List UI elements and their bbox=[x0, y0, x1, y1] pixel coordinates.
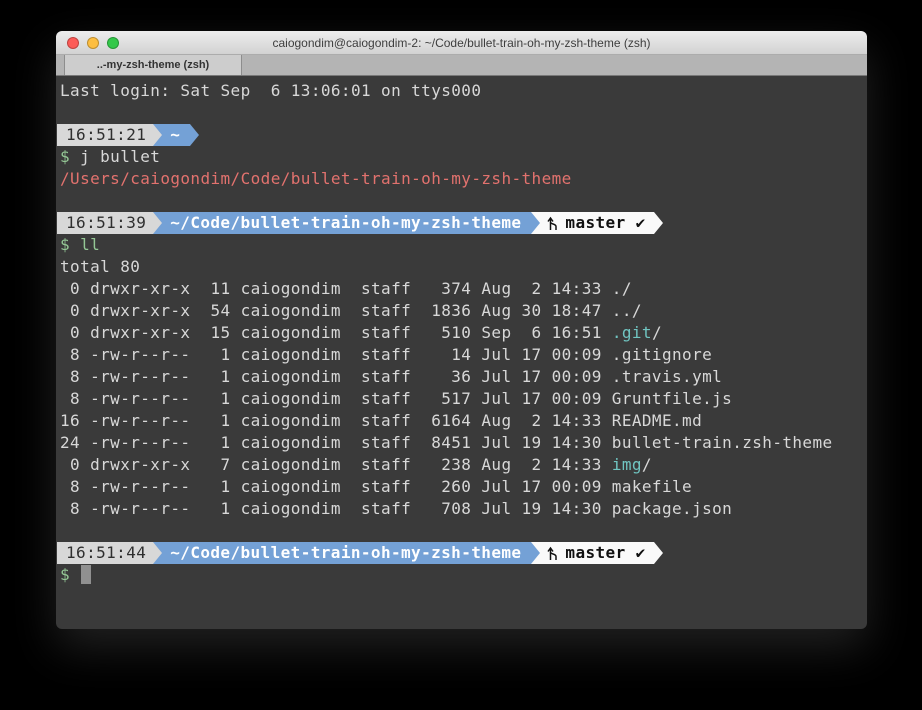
prompt-path-segment: ~/Code/bullet-train-oh-my-zsh-theme bbox=[153, 212, 531, 234]
git-branch-icon bbox=[547, 215, 559, 231]
terminal-line: 8 -rw-r--r-- 1 caiogondim staff 36 Jul 1… bbox=[60, 366, 863, 388]
powerline-arrow-icon bbox=[531, 542, 540, 564]
terminal-line: Last login: Sat Sep 6 13:06:01 on ttys00… bbox=[60, 80, 863, 102]
prompt-line: 16:51:21~ bbox=[57, 124, 863, 146]
titlebar[interactable]: caiogondim@caiogondim-2: ~/Code/bullet-t… bbox=[56, 31, 867, 55]
zoom-button[interactable] bbox=[107, 37, 119, 49]
terminal-line: $ ll bbox=[60, 234, 863, 256]
prompt-time-segment: 16:51:21 bbox=[57, 124, 153, 146]
tab-label: ..-my-zsh-theme (zsh) bbox=[97, 59, 209, 71]
prompt-git-segment: master ✔ bbox=[531, 542, 653, 564]
terminal-line: 16 -rw-r--r-- 1 caiogondim staff 6164 Au… bbox=[60, 410, 863, 432]
tab-bar: ..-my-zsh-theme (zsh) bbox=[56, 55, 867, 76]
prompt-git-segment: master ✔ bbox=[531, 212, 653, 234]
prompt-time-segment: 16:51:44 bbox=[57, 542, 153, 564]
powerline-arrow-icon bbox=[654, 212, 663, 234]
terminal-blank-line bbox=[60, 102, 863, 124]
terminal-line: 8 -rw-r--r-- 1 caiogondim staff 517 Jul … bbox=[60, 388, 863, 410]
terminal-line: 8 -rw-r--r-- 1 caiogondim staff 708 Jul … bbox=[60, 498, 863, 520]
terminal-line: /Users/caiogondim/Code/bullet-train-oh-m… bbox=[60, 168, 863, 190]
tab-my-zsh-theme[interactable]: ..-my-zsh-theme (zsh) bbox=[64, 55, 242, 75]
terminal-line: $ bbox=[60, 564, 863, 586]
terminal-line: total 80 bbox=[60, 256, 863, 278]
terminal-line: 0 drwxr-xr-x 15 caiogondim staff 510 Sep… bbox=[60, 322, 863, 344]
minimize-button[interactable] bbox=[87, 37, 99, 49]
git-branch-icon bbox=[547, 545, 559, 561]
powerline-arrow-icon bbox=[654, 542, 663, 564]
terminal-line: 8 -rw-r--r-- 1 caiogondim staff 14 Jul 1… bbox=[60, 344, 863, 366]
terminal-line: 24 -rw-r--r-- 1 caiogondim staff 8451 Ju… bbox=[60, 432, 863, 454]
prompt-time-segment: 16:51:39 bbox=[57, 212, 153, 234]
prompt-path-segment: ~/Code/bullet-train-oh-my-zsh-theme bbox=[153, 542, 531, 564]
terminal-line: 0 drwxr-xr-x 7 caiogondim staff 238 Aug … bbox=[60, 454, 863, 476]
terminal-line: 0 drwxr-xr-x 54 caiogondim staff 1836 Au… bbox=[60, 300, 863, 322]
powerline-arrow-icon bbox=[531, 212, 540, 234]
prompt-path-segment: ~ bbox=[153, 124, 190, 146]
powerline-arrow-icon bbox=[153, 542, 162, 564]
window-title: caiogondim@caiogondim-2: ~/Code/bullet-t… bbox=[272, 36, 650, 50]
terminal-window: caiogondim@caiogondim-2: ~/Code/bullet-t… bbox=[56, 31, 867, 629]
powerline-arrow-icon bbox=[153, 212, 162, 234]
powerline-arrow-icon bbox=[153, 124, 162, 146]
prompt-line: 16:51:39~/Code/bullet-train-oh-my-zsh-th… bbox=[57, 212, 863, 234]
terminal-screen[interactable]: Last login: Sat Sep 6 13:06:01 on ttys00… bbox=[56, 76, 867, 629]
terminal-blank-line bbox=[60, 190, 863, 212]
terminal-blank-line bbox=[60, 520, 863, 542]
prompt-line: 16:51:44~/Code/bullet-train-oh-my-zsh-th… bbox=[57, 542, 863, 564]
terminal-line: 8 -rw-r--r-- 1 caiogondim staff 260 Jul … bbox=[60, 476, 863, 498]
terminal-line: $ j bullet bbox=[60, 146, 863, 168]
powerline-arrow-icon bbox=[190, 124, 199, 146]
traffic-lights bbox=[67, 31, 119, 54]
terminal-line: 0 drwxr-xr-x 11 caiogondim staff 374 Aug… bbox=[60, 278, 863, 300]
close-button[interactable] bbox=[67, 37, 79, 49]
cursor-block bbox=[81, 565, 91, 584]
